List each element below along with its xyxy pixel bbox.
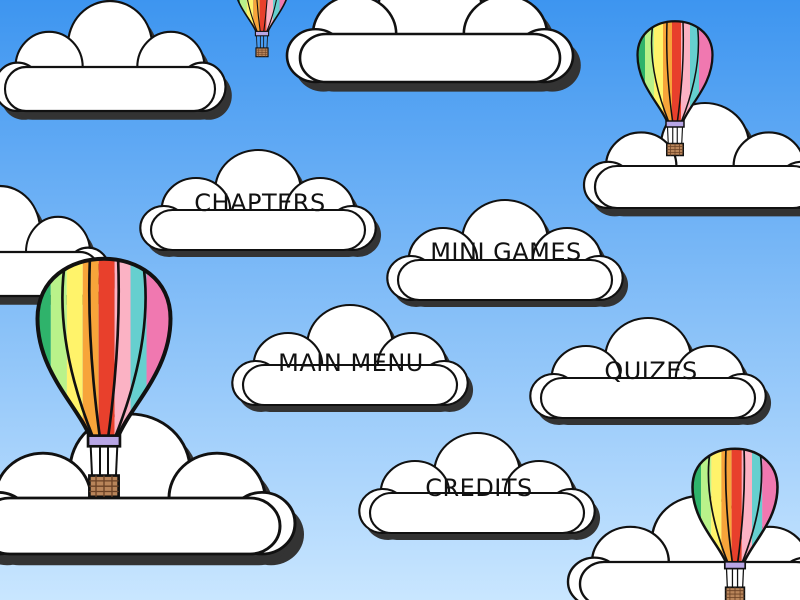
background-cloud [285,0,581,92]
game-menu-scene [0,0,800,600]
